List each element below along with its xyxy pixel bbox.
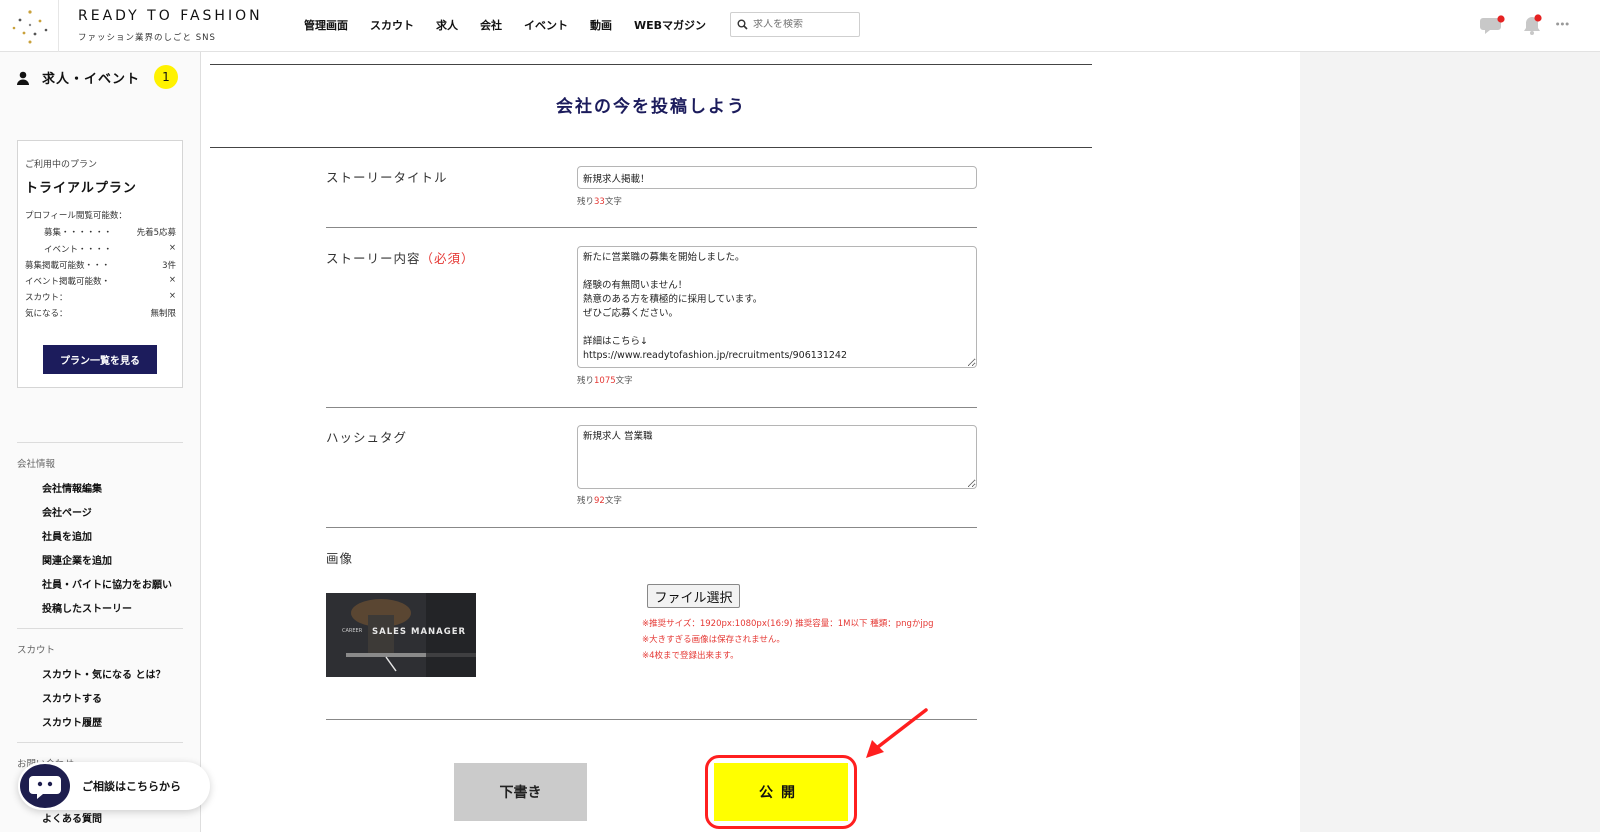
thumbnail-small-text: CAREER	[342, 628, 363, 634]
chat-label: ご相談はこちらから	[82, 780, 181, 793]
uploaded-image-thumbnail[interactable]: CAREER SALES MANAGER	[326, 593, 476, 677]
view-plans-button[interactable]: プラン一覧を見る	[43, 345, 157, 374]
publish-button[interactable]: 公開	[714, 763, 848, 821]
plan-row-value: ×	[168, 243, 176, 253]
person-icon	[17, 71, 29, 85]
main-nav: 管理画面 スカウト 求人 会社 イベント 動画 WEBマガジン	[304, 17, 728, 33]
hashtag-textarea[interactable]: 新規求人 営業職	[577, 425, 977, 489]
sidebar-divider	[17, 442, 183, 443]
chat-icon[interactable]	[1480, 14, 1506, 36]
story-title-input[interactable]	[577, 166, 977, 189]
logo-divider	[58, 0, 59, 52]
story-body-remaining: 残り1075文字	[577, 374, 633, 386]
nav-jobs[interactable]: 求人	[436, 17, 458, 33]
logo-icon[interactable]	[8, 6, 52, 46]
account-menu[interactable]: ● ● ●	[1556, 21, 1569, 26]
hashtag-label: ハッシュタグ	[326, 430, 408, 445]
plan-row-label: イベント・・・・	[44, 245, 113, 255]
plan-row-label: 募集掲載可能数・・・	[25, 261, 111, 271]
plan-row-value: ×	[168, 291, 176, 301]
annotation-arrow-icon	[866, 708, 928, 758]
plan-name: トライアルプラン	[25, 181, 137, 196]
plan-row-value: ×	[168, 275, 176, 285]
plan-row-label: イベント掲載可能数・	[25, 277, 111, 287]
plan-row-value: 無制限	[150, 309, 176, 319]
remaining-suffix: 文字	[615, 376, 633, 386]
page-title: 会社の今を投稿しよう	[556, 97, 746, 117]
brand-name[interactable]: READY TO FASHION	[78, 8, 263, 24]
sidebar-item-faq[interactable]: よくある質問	[42, 810, 102, 825]
image-note: ※推奨サイズ：1920px:1080px(16:9) 推奨容量：1M以下 種類：…	[642, 619, 934, 629]
nav-videos[interactable]: 動画	[590, 17, 612, 33]
brand-tagline: ファッション業界のしごと SNS	[78, 33, 216, 43]
nav-scout[interactable]: スカウト	[370, 17, 414, 33]
right-gutter	[1300, 52, 1600, 832]
image-label: 画像	[326, 551, 354, 566]
story-body-textarea[interactable]: 新たに営業職の募集を開始しました。 経験の有無問いません！ 熱意のある方を積極的…	[577, 246, 977, 368]
search-icon	[737, 19, 748, 30]
story-body-label: ストーリー内容（必須）	[326, 248, 475, 267]
sidebar: 求人・イベント 1 ご利用中のプラン トライアルプラン プロフィール閲覧可能数：…	[0, 52, 201, 832]
hashtag-remaining: 残り92文字	[577, 494, 622, 506]
nav-events[interactable]: イベント	[524, 17, 568, 33]
sidebar-divider	[17, 628, 183, 629]
remaining-prefix: 残り	[577, 496, 595, 506]
job-search-input[interactable]	[753, 19, 853, 30]
save-draft-button[interactable]: 下書き	[454, 763, 587, 821]
plan-row-label: スカウト：	[25, 293, 68, 303]
sidebar-item-company-page[interactable]: 会社ページ	[42, 504, 92, 519]
remaining-suffix: 文字	[604, 197, 622, 207]
plan-row-label: 募集・・・・・・	[44, 228, 113, 238]
image-note: ※大きすぎる画像は保存されません。	[642, 635, 785, 645]
nav-admin[interactable]: 管理画面	[304, 17, 348, 33]
top-header: READY TO FASHION ファッション業界のしごと SNS 管理画面 ス…	[0, 0, 1600, 52]
choose-file-button[interactable]: ファイル選択	[647, 584, 740, 608]
plan-row-value: 3件	[162, 261, 176, 271]
plan-caption: ご利用中のプラン	[25, 160, 98, 170]
notification-count-badge: 1	[154, 65, 178, 89]
remaining-count: 33	[594, 197, 605, 207]
story-title-remaining: 残り33文字	[577, 195, 622, 207]
story-title-label: ストーリータイトル	[326, 170, 448, 185]
sidebar-item-scout-history[interactable]: スカウト履歴	[42, 714, 102, 729]
nav-company[interactable]: 会社	[480, 17, 502, 33]
title-rule	[210, 147, 1092, 148]
story-body-label-text: ストーリー内容	[326, 251, 421, 266]
bell-icon[interactable]	[1522, 14, 1544, 36]
image-note: ※4枚まで登録出来ます。	[642, 651, 739, 661]
required-mark: （必須）	[420, 251, 475, 266]
sidebar-item-request-help[interactable]: 社員・バイトに協力をお願い	[42, 576, 172, 591]
field-divider	[326, 527, 977, 528]
sidebar-group-title: スカウト	[17, 645, 56, 656]
consultation-chat-button[interactable]: ご相談はこちらから	[18, 762, 210, 810]
sidebar-section-jobs-events[interactable]: 求人・イベント	[16, 68, 140, 87]
sidebar-item-scout[interactable]: スカウトする	[42, 690, 102, 705]
sidebar-item-add-employee[interactable]: 社員を追加	[42, 528, 92, 543]
top-rule	[210, 64, 1092, 65]
remaining-suffix: 文字	[604, 496, 622, 506]
plan-row-label: プロフィール閲覧可能数：	[25, 211, 127, 221]
sidebar-section-label: 求人・イベント	[42, 72, 141, 87]
remaining-prefix: 残り	[577, 376, 595, 386]
nav-web-magazine[interactable]: WEBマガジン	[634, 17, 706, 33]
field-divider	[326, 407, 977, 408]
remaining-count: 92	[594, 496, 605, 506]
field-divider	[326, 227, 977, 228]
remaining-count: 1075	[594, 376, 616, 386]
sidebar-item-add-affiliate[interactable]: 関連企業を追加	[42, 552, 112, 567]
sidebar-divider	[17, 742, 183, 743]
job-search-box[interactable]	[730, 12, 860, 37]
thumbnail-text: SALES MANAGER	[372, 627, 467, 637]
sidebar-group-title: 会社情報	[17, 459, 56, 470]
current-plan-box: ご利用中のプラン トライアルプラン プロフィール閲覧可能数： 募集・・・・・・ …	[17, 140, 183, 388]
chat-bubble-icon	[20, 764, 70, 808]
sidebar-item-edit-company[interactable]: 会社情報編集	[42, 480, 102, 495]
plan-row-value: 先着5応募	[136, 228, 176, 238]
sidebar-item-about-scout[interactable]: スカウト・気になる とは？	[42, 666, 165, 681]
remaining-prefix: 残り	[577, 197, 595, 207]
sidebar-item-posted-stories[interactable]: 投稿したストーリー	[42, 600, 132, 615]
plan-row-label: 気になる：	[25, 309, 68, 319]
